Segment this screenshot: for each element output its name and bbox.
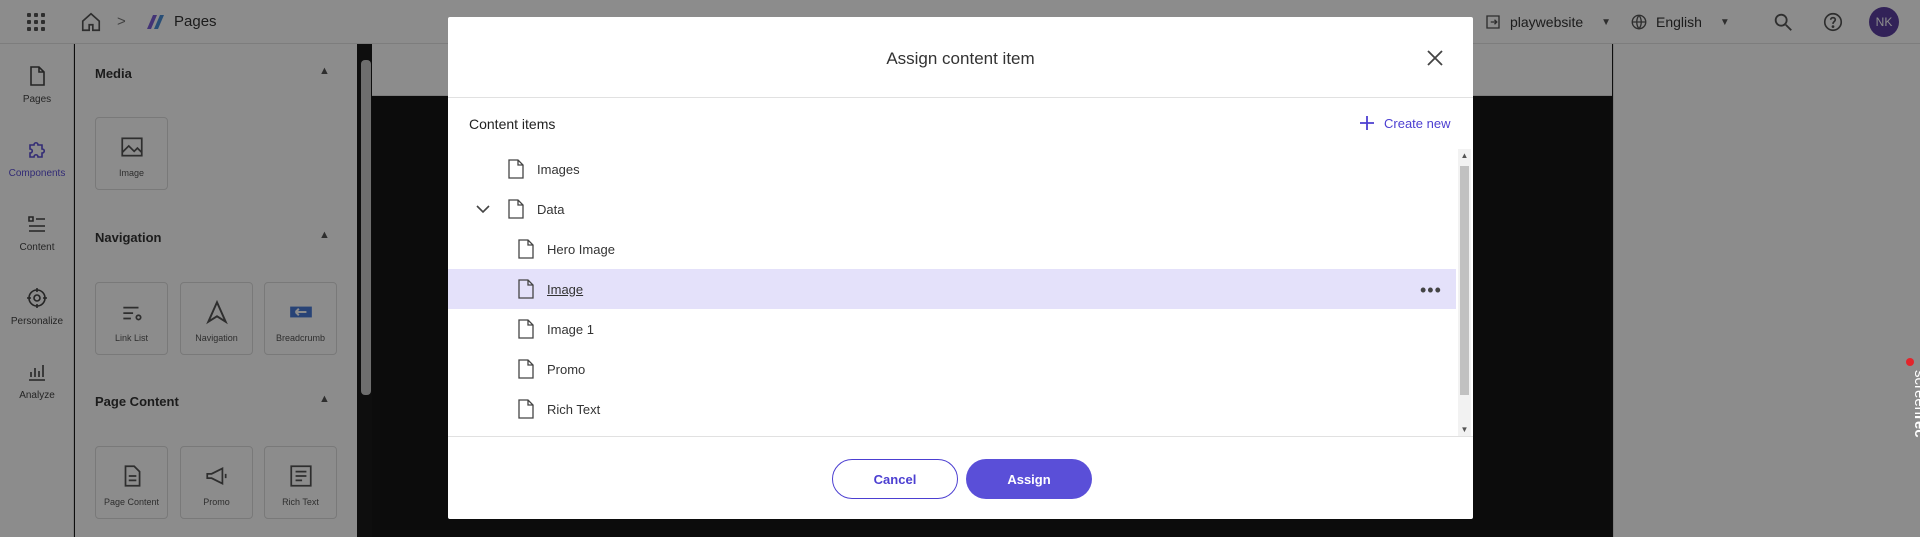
tree-item-image-1[interactable]: Image 1 <box>448 309 1456 349</box>
svg-text:screenrec: screenrec <box>1911 370 1920 438</box>
chevron-down-icon[interactable] <box>475 201 491 217</box>
scroll-up-arrow-icon[interactable]: ▲ <box>1460 151 1469 160</box>
more-options-icon[interactable]: ••• <box>1420 280 1442 301</box>
document-icon <box>518 279 534 299</box>
tree-item-label: Hero Image <box>547 241 615 257</box>
document-icon <box>518 399 534 419</box>
tree-item-data[interactable]: Data <box>448 189 1456 229</box>
divider <box>448 97 1473 98</box>
screenrec-watermark-logo: screenrec <box>1906 358 1920 438</box>
tree-item-promo[interactable]: Promo <box>448 349 1456 389</box>
tree-item-label: Rich Text <box>547 401 601 417</box>
plus-icon <box>1360 116 1374 130</box>
tree-item-image[interactable]: Image ••• <box>448 269 1456 309</box>
scroll-thumb[interactable] <box>1460 166 1469 395</box>
tree-item-images[interactable]: Images <box>448 149 1456 189</box>
tree-item-rich-text[interactable]: Rich Text <box>448 389 1456 429</box>
document-icon <box>508 199 524 219</box>
create-new-button[interactable]: Create new <box>1360 113 1450 133</box>
tree-item-label: Data <box>537 201 565 217</box>
tree-item-label: Images <box>537 161 580 177</box>
tree-item-label: Promo <box>547 361 586 377</box>
content-tree: Images Data Hero Image Image ••• Image 1… <box>448 149 1458 436</box>
document-icon <box>508 159 524 179</box>
tree-item-hero-image[interactable]: Hero Image <box>448 229 1456 269</box>
document-icon <box>518 359 534 379</box>
assign-content-item-dialog: Assign content item Content items Create… <box>448 17 1473 519</box>
assign-button[interactable]: Assign <box>966 459 1092 499</box>
content-items-heading: Content items <box>469 116 556 132</box>
document-icon <box>518 319 534 339</box>
document-icon <box>518 239 534 259</box>
close-icon[interactable] <box>1426 49 1444 67</box>
create-new-label: Create new <box>1384 115 1451 131</box>
cancel-button[interactable]: Cancel <box>832 459 958 499</box>
tree-item-label: Image 1 <box>547 321 594 337</box>
scroll-down-arrow-icon[interactable]: ▼ <box>1460 425 1469 434</box>
tree-item-label: Image <box>547 281 584 297</box>
tree-scrollbar[interactable]: ▲ ▼ <box>1458 149 1471 436</box>
divider <box>448 436 1473 437</box>
dialog-title: Assign content item <box>886 49 1035 68</box>
